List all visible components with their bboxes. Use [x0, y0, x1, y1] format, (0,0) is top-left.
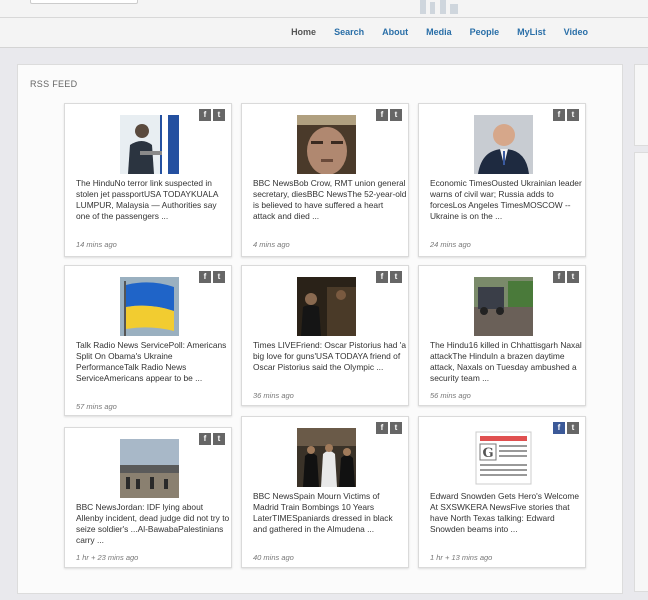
facebook-share-icon[interactable]: f [553, 271, 565, 283]
share-buttons: f t [374, 271, 402, 283]
news-card[interactable]: f t G Edward Snowden Gets Hero's Welcome… [418, 416, 586, 568]
share-buttons: f t [374, 422, 402, 434]
side-panel-top [634, 64, 648, 146]
main-navbar: Home Search About Media People MyList Vi… [0, 18, 648, 48]
news-timestamp: 57 mins ago [76, 402, 117, 411]
share-buttons: f t [197, 433, 225, 445]
svg-text:G: G [482, 446, 493, 461]
nav-menu: Home Search About Media People MyList Vi… [273, 27, 588, 37]
news-timestamp: 1 hr + 13 mins ago [430, 553, 493, 562]
twitter-share-icon[interactable]: t [390, 109, 402, 121]
news-card[interactable]: f t The HinduNo terror link suspected in… [64, 103, 232, 257]
twitter-share-icon[interactable]: t [567, 271, 579, 283]
news-timestamp: 24 mins ago [430, 240, 471, 249]
nav-search[interactable]: Search [334, 27, 364, 37]
news-headline[interactable]: Edward Snowden Gets Hero's Welcome At SX… [430, 491, 584, 546]
news-headline[interactable]: Economic TimesOusted Ukrainian leader wa… [430, 178, 584, 233]
top-search-input[interactable] [30, 0, 138, 4]
facebook-share-icon[interactable]: f [376, 422, 388, 434]
news-thumbnail[interactable] [120, 115, 179, 174]
twitter-share-icon[interactable]: t [390, 422, 402, 434]
news-thumbnail[interactable] [474, 115, 533, 174]
top-bar [0, 0, 648, 18]
share-buttons: f t [197, 109, 225, 121]
news-card[interactable]: f t BBC NewsSpain Mourn Victims of Madri… [241, 416, 409, 568]
news-headline[interactable]: Times LIVEFriend: Oscar Pistorius had 'a… [253, 340, 407, 384]
nav-people[interactable]: People [470, 27, 500, 37]
news-timestamp: 56 mins ago [430, 391, 471, 400]
news-card[interactable]: f t Economic TimesOusted Ukrainian leade… [418, 103, 586, 257]
nav-mylist[interactable]: MyList [517, 27, 546, 37]
news-card[interactable]: f t BBC NewsJordan: IDF lying about Alle… [64, 427, 232, 568]
facebook-share-icon[interactable]: f [553, 109, 565, 121]
news-thumbnail[interactable] [120, 439, 179, 498]
news-headline[interactable]: Talk Radio News ServicePoll: Americans S… [76, 340, 230, 395]
facebook-share-icon[interactable]: f [199, 109, 211, 121]
share-buttons: f t [197, 271, 225, 283]
news-card[interactable]: f t Times LIVEFriend: Oscar Pistorius ha… [241, 265, 409, 406]
newspaper-placeholder-icon[interactable]: G [474, 428, 533, 487]
news-timestamp: 14 mins ago [76, 240, 117, 249]
twitter-share-icon[interactable]: t [213, 433, 225, 445]
share-buttons: f t [551, 271, 579, 283]
share-buttons: f t [374, 109, 402, 121]
news-timestamp: 4 mins ago [253, 240, 290, 249]
news-thumbnail[interactable] [297, 277, 356, 336]
news-headline[interactable]: The HinduNo terror link suspected in sto… [76, 178, 230, 233]
news-card[interactable]: f t The Hindu16 killed in Chhattisgarh N… [418, 265, 586, 406]
side-panel-bottom [634, 152, 648, 592]
facebook-share-icon[interactable]: f [553, 422, 565, 434]
news-timestamp: 36 mins ago [253, 391, 294, 400]
news-thumbnail[interactable] [120, 277, 179, 336]
twitter-share-icon[interactable]: t [213, 109, 225, 121]
twitter-share-icon[interactable]: t [390, 271, 402, 283]
news-headline[interactable]: BBC NewsBob Crow, RMT union general secr… [253, 178, 407, 233]
news-timestamp: 1 hr + 23 mins ago [76, 553, 139, 562]
share-buttons: f t [551, 422, 579, 434]
facebook-share-icon[interactable]: f [376, 109, 388, 121]
facebook-share-icon[interactable]: f [199, 271, 211, 283]
news-headline[interactable]: BBC NewsJordan: IDF lying about Allenby … [76, 502, 230, 546]
rss-feed-title: RSS FEED [30, 79, 78, 89]
news-headline[interactable]: The Hindu16 killed in Chhattisgarh Naxal… [430, 340, 584, 384]
facebook-share-icon[interactable]: f [199, 433, 211, 445]
news-card[interactable]: f t Talk Radio News ServicePoll: America… [64, 265, 232, 416]
twitter-share-icon[interactable]: t [213, 271, 225, 283]
news-timestamp: 40 mins ago [253, 553, 294, 562]
nav-media[interactable]: Media [426, 27, 452, 37]
news-thumbnail[interactable] [297, 428, 356, 487]
news-thumbnail[interactable] [297, 115, 356, 174]
news-thumbnail[interactable] [474, 277, 533, 336]
twitter-share-icon[interactable]: t [567, 422, 579, 434]
nav-home[interactable]: Home [291, 27, 316, 37]
news-card[interactable]: f t BBC NewsBob Crow, RMT union general … [241, 103, 409, 257]
twitter-share-icon[interactable]: t [567, 109, 579, 121]
news-headline[interactable]: BBC NewsSpain Mourn Victims of Madrid Tr… [253, 491, 407, 546]
nav-about[interactable]: About [382, 27, 408, 37]
facebook-share-icon[interactable]: f [376, 271, 388, 283]
nav-video[interactable]: Video [564, 27, 588, 37]
share-buttons: f t [551, 109, 579, 121]
